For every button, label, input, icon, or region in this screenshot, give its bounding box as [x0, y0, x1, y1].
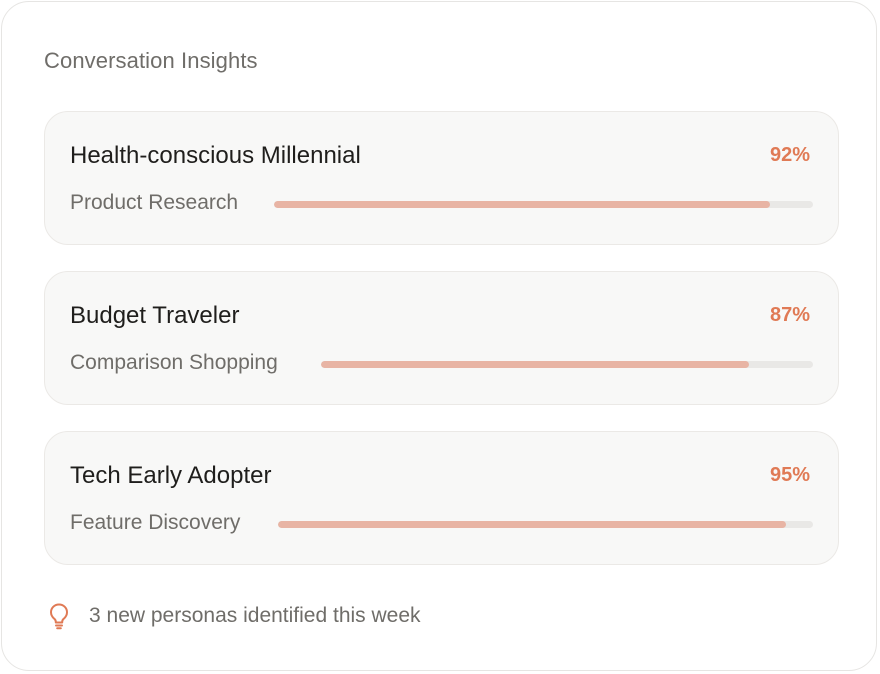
lightbulb-icon: [50, 603, 68, 630]
persona-match-percent: 92%: [769, 144, 810, 166]
match-progress-bar: [321, 361, 813, 368]
persona-match-percent: 87%: [769, 304, 810, 326]
persona-card[interactable]: Budget Traveler 87% Comparison Shopping: [44, 271, 839, 405]
footer-text: 3 new personas identified this week: [89, 604, 421, 627]
persona-activity: Feature Discovery: [70, 511, 241, 534]
persona-match-percent: 95%: [769, 464, 810, 486]
persona-card[interactable]: Tech Early Adopter 95% Feature Discovery: [44, 431, 839, 565]
persona-name: Health-conscious Millennial: [70, 142, 361, 169]
match-progress-fill: [278, 521, 787, 528]
match-progress-bar: [274, 201, 813, 208]
match-progress-fill: [321, 361, 750, 368]
persona-activity: Comparison Shopping: [70, 351, 278, 374]
persona-name: Tech Early Adopter: [70, 462, 272, 489]
card-title: Conversation Insights: [44, 48, 258, 73]
persona-card[interactable]: Health-conscious Millennial 92% Product …: [44, 111, 839, 245]
insight-footer: 3 new personas identified this week: [48, 600, 421, 632]
insights-card: Conversation Insights Health-conscious M…: [1, 1, 877, 671]
persona-name: Budget Traveler: [70, 302, 240, 329]
match-progress-fill: [274, 201, 770, 208]
persona-activity: Product Research: [70, 191, 239, 214]
match-progress-bar: [278, 521, 813, 528]
